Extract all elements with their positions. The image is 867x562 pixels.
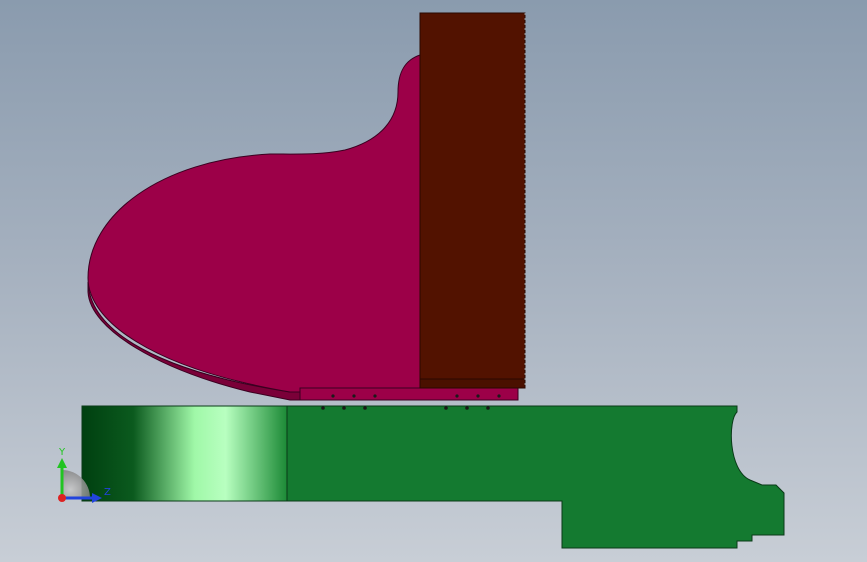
lid-bottom-strip[interactable] bbox=[299, 387, 519, 401]
hole bbox=[465, 406, 469, 410]
hole bbox=[321, 406, 325, 410]
hole bbox=[476, 394, 480, 398]
hole bbox=[352, 394, 356, 398]
lid-body[interactable] bbox=[87, 54, 421, 393]
hole bbox=[342, 406, 346, 410]
y-axis-arrow-icon bbox=[57, 458, 67, 468]
y-axis-label: Y bbox=[58, 447, 66, 458]
hole bbox=[444, 406, 448, 410]
hole bbox=[363, 406, 367, 410]
origin-dot bbox=[58, 494, 66, 502]
hole bbox=[497, 394, 501, 398]
base-plate[interactable] bbox=[286, 405, 785, 549]
hole bbox=[373, 394, 377, 398]
cad-scene[interactable]: Y Z bbox=[0, 0, 867, 562]
hole bbox=[331, 394, 335, 398]
cad-viewport[interactable]: Y Z bbox=[0, 0, 867, 562]
z-axis-label: Z bbox=[104, 487, 111, 498]
vertical-block[interactable] bbox=[419, 12, 526, 380]
hole bbox=[455, 394, 459, 398]
cylinder-section[interactable] bbox=[81, 405, 288, 502]
hole bbox=[486, 406, 490, 410]
vertical-block-foot[interactable] bbox=[419, 378, 526, 389]
